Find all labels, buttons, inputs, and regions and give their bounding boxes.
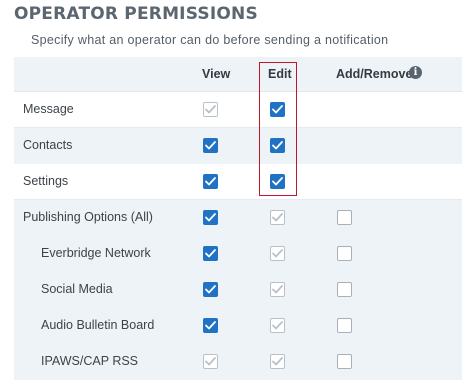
column-header-edit: Edit (268, 67, 292, 81)
checkmark-icon (272, 141, 283, 150)
checkmark-icon (205, 105, 216, 114)
checkmark-icon (272, 285, 283, 294)
checkmark-icon (272, 321, 283, 330)
view-checkbox[interactable] (203, 282, 218, 297)
edit-checkbox (270, 282, 285, 297)
add-remove-checkbox[interactable] (337, 246, 352, 261)
permission-label: IPAWS/CAP RSS (41, 354, 139, 368)
permission-label: Social Media (41, 282, 113, 296)
permission-label: Publishing Options (All) (23, 210, 153, 224)
info-icon[interactable]: i (409, 66, 422, 79)
checkmark-icon (205, 177, 216, 186)
page-title: OPERATOR PERMISSIONS (14, 4, 258, 24)
table-row: Contacts (14, 128, 462, 164)
checkmark-icon (205, 249, 216, 258)
permission-label: Everbridge Network (41, 246, 151, 260)
checkmark-icon (205, 285, 216, 294)
table-row: Publishing Options (All) (14, 200, 462, 236)
view-checkbox (203, 102, 218, 117)
permission-label: Audio Bulletin Board (41, 318, 155, 332)
column-header-view: View (202, 67, 231, 81)
table-row: Audio Bulletin Board (14, 308, 462, 344)
add-remove-checkbox[interactable] (337, 354, 352, 369)
table-row: IPAWS/CAP RSS (14, 344, 462, 380)
edit-checkbox (270, 246, 285, 261)
permission-label: Settings (23, 174, 69, 188)
table-row: Everbridge Network (14, 236, 462, 272)
table-row: Settings (14, 164, 462, 200)
view-checkbox (203, 354, 218, 369)
permissions-table: View Edit Add/Remove i Message Contacts Se… (14, 57, 462, 380)
view-checkbox[interactable] (203, 246, 218, 261)
edit-checkbox[interactable] (270, 102, 285, 117)
table-header: View Edit Add/Remove i (14, 57, 462, 92)
view-checkbox[interactable] (203, 138, 218, 153)
edit-checkbox[interactable] (270, 138, 285, 153)
checkmark-icon (205, 321, 216, 330)
permission-label: Message (23, 102, 74, 116)
column-header-add-remove: Add/Remove (336, 67, 413, 81)
view-checkbox[interactable] (203, 318, 218, 333)
view-checkbox[interactable] (203, 174, 218, 189)
checkmark-icon (272, 213, 283, 222)
edit-checkbox (270, 318, 285, 333)
table-row: Message (14, 92, 462, 128)
page-subtitle: Specify what an operator can do before s… (31, 33, 389, 47)
checkmark-icon (205, 357, 216, 366)
checkmark-icon (205, 213, 216, 222)
checkmark-icon (272, 249, 283, 258)
edit-checkbox[interactable] (270, 174, 285, 189)
table-row: Social Media (14, 272, 462, 308)
checkmark-icon (272, 177, 283, 186)
checkmark-icon (272, 105, 283, 114)
checkmark-icon (205, 141, 216, 150)
add-remove-checkbox[interactable] (337, 282, 352, 297)
add-remove-checkbox[interactable] (337, 210, 352, 225)
checkmark-icon (272, 357, 283, 366)
add-remove-checkbox[interactable] (337, 318, 352, 333)
edit-checkbox (270, 210, 285, 225)
edit-checkbox (270, 354, 285, 369)
permission-label: Contacts (23, 138, 73, 152)
view-checkbox[interactable] (203, 210, 218, 225)
